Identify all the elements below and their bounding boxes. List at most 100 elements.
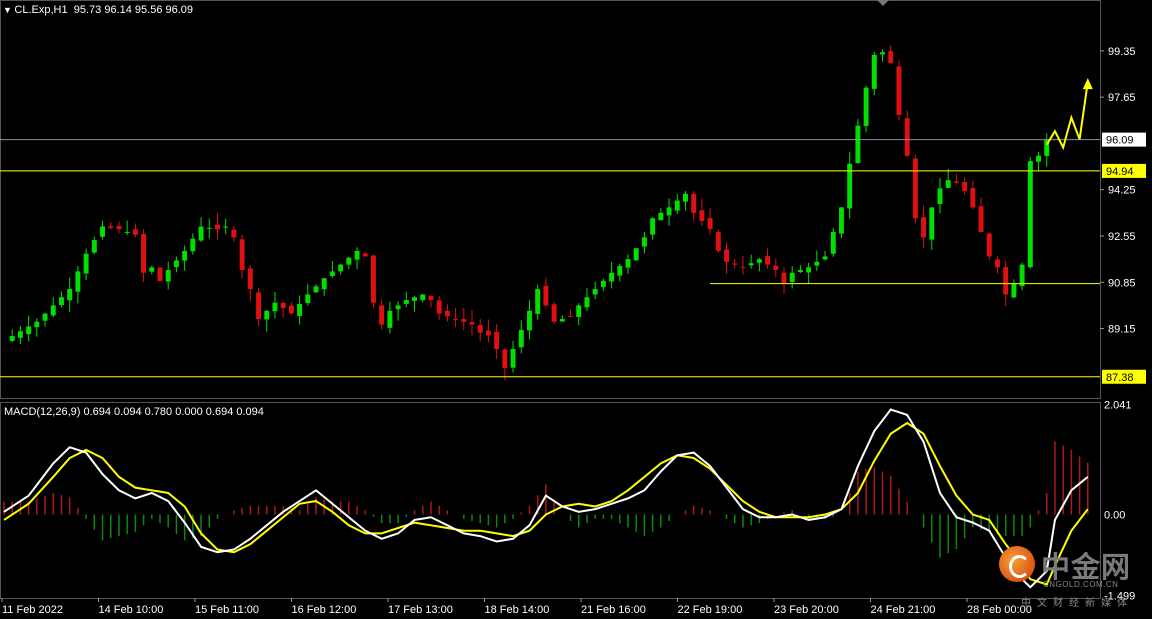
- time-tick-label: 24 Feb 21:00: [871, 604, 936, 616]
- watermark: 中金网 CNGOLD.COM.CN 中文财经新媒体: [995, 540, 1145, 612]
- candle-body: [288, 305, 294, 314]
- candle-body: [165, 270, 171, 282]
- candle-body: [871, 54, 877, 89]
- candle-body: [256, 292, 261, 320]
- candle-body: [995, 259, 1000, 268]
- candle-body: [527, 310, 532, 331]
- candle-body: [756, 259, 762, 263]
- candle-body: [100, 226, 105, 237]
- menu-triangle-icon[interactable]: ▼: [3, 5, 14, 15]
- macd-header: MACD(12,26,9) 0.694 0.094 0.780 0.000 0.…: [4, 406, 264, 418]
- level-tag-text: 96.09: [1106, 135, 1134, 147]
- candle-body: [543, 285, 549, 306]
- candle-body: [182, 250, 188, 261]
- candle-body: [896, 66, 902, 115]
- candle-body: [42, 313, 48, 321]
- candle-body: [600, 280, 606, 287]
- time-tick-label: 15 Feb 11:00: [195, 604, 259, 616]
- candle-body: [945, 180, 951, 188]
- time-tick-label: 11 Feb 2022: [2, 604, 63, 616]
- candle-body: [921, 217, 927, 238]
- candle-body: [559, 319, 565, 322]
- candle-body: [912, 158, 918, 219]
- candle-body: [420, 294, 426, 301]
- candle-body: [1019, 264, 1025, 287]
- candle-body: [765, 255, 771, 265]
- time-tick-label: 17 Feb 13:00: [388, 604, 453, 616]
- candle-body: [674, 200, 680, 211]
- candle-body: [584, 297, 590, 308]
- candle-body: [132, 229, 138, 235]
- candle-body: [91, 240, 97, 253]
- candle-body: [34, 321, 40, 328]
- candle-body: [108, 226, 114, 228]
- candle-body: [321, 278, 327, 290]
- candle-body: [773, 265, 779, 271]
- candle-body: [863, 87, 869, 126]
- candle-body: [650, 218, 656, 235]
- candle-body: [387, 310, 393, 328]
- level-tag-text: 87.38: [1106, 372, 1134, 384]
- candle-body: [346, 257, 352, 265]
- candle-body: [806, 267, 812, 273]
- candle-body: [970, 188, 976, 208]
- candle-body: [67, 289, 73, 301]
- candle-body: [1027, 161, 1033, 268]
- candle-body: [362, 253, 368, 257]
- candle-body: [215, 224, 220, 230]
- candle-body: [568, 315, 573, 317]
- candle-body: [272, 302, 278, 312]
- arrow-head-icon: [1082, 78, 1093, 90]
- candle-body: [535, 289, 541, 314]
- candle-body: [59, 297, 64, 306]
- candle-body: [551, 304, 557, 322]
- candle-body: [124, 231, 130, 233]
- ohlc-readout: 95.73 96.14 95.56 96.09: [73, 4, 194, 16]
- candle-body: [461, 319, 467, 322]
- candle-body: [223, 226, 229, 228]
- candle-body: [141, 233, 147, 273]
- candle-body: [26, 326, 32, 335]
- candle-body: [962, 182, 968, 192]
- candle-body: [403, 299, 409, 304]
- candle-body: [510, 348, 516, 368]
- candle-body: [297, 304, 303, 316]
- candle-body: [978, 206, 984, 232]
- candle-body: [953, 181, 959, 183]
- candle-body: [264, 310, 270, 320]
- candle-body: [781, 272, 787, 284]
- price-tick-label: 97.65: [1108, 92, 1136, 104]
- candle-body: [814, 261, 820, 266]
- candle-body: [469, 322, 475, 325]
- candle-body: [904, 118, 910, 156]
- candle-body: [231, 229, 237, 238]
- watermark-sub: 中文财经新媒体: [1021, 598, 1133, 609]
- candle-body: [986, 233, 992, 257]
- candle-body: [641, 237, 647, 247]
- candle-body: [305, 294, 311, 303]
- candle-body: [691, 193, 697, 213]
- candle-body: [683, 193, 688, 202]
- candle-body: [354, 250, 360, 260]
- candle-body: [1003, 267, 1009, 295]
- candle-body: [617, 265, 623, 276]
- level-tag-text: 94.94: [1106, 166, 1134, 178]
- candle-body: [724, 249, 729, 262]
- candle-body: [625, 259, 631, 268]
- symbol-label: CL.Exp,H1: [14, 4, 68, 16]
- time-tick-label: 23 Feb 20:00: [774, 604, 839, 616]
- watermark-en: CNGOLD.COM.CN: [1043, 580, 1119, 589]
- time-tick-label: 14 Feb 10:00: [99, 604, 164, 616]
- candle-body: [1011, 283, 1017, 298]
- candle-body: [379, 305, 385, 325]
- candle-body: [740, 266, 746, 268]
- price-tick-label: 92.55: [1108, 231, 1136, 243]
- candle-body: [329, 271, 335, 276]
- scroll-triangle-icon: [877, 0, 889, 6]
- candle-body: [576, 305, 582, 318]
- candle-body: [83, 253, 89, 274]
- cngold-logo-icon: [999, 546, 1035, 582]
- price-tick-label: 90.85: [1108, 277, 1136, 289]
- candle-body: [395, 305, 401, 310]
- candle-body: [929, 207, 935, 240]
